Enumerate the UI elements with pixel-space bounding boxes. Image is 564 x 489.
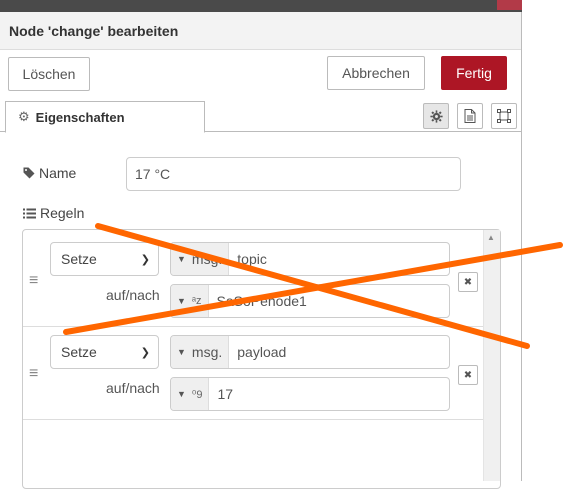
- scroll-up-arrow-icon[interactable]: ▲: [487, 233, 495, 242]
- description-icon: [464, 109, 476, 123]
- tag-icon: [23, 167, 35, 179]
- chevron-down-icon: ❯: [140, 346, 150, 359]
- rule-target-input[interactable]: ▼ msg. payload: [170, 335, 450, 369]
- rule-target-input[interactable]: ▼ msg. topic: [170, 242, 450, 276]
- tray-title: Node 'change' bearbeiten: [9, 23, 179, 39]
- name-label: Name: [23, 165, 76, 181]
- type-prefix: msg.: [191, 344, 223, 360]
- drag-handle-icon[interactable]: ≡: [29, 365, 38, 383]
- type-selector-button[interactable]: ▼ msg.: [171, 243, 230, 275]
- rule-action-select[interactable]: Setze ❯: [50, 335, 159, 369]
- drag-handle-icon[interactable]: ≡: [29, 272, 38, 290]
- remove-rule-button[interactable]: ✖: [458, 272, 478, 292]
- delete-button[interactable]: Löschen: [8, 57, 90, 91]
- appearance-tab-button[interactable]: [491, 103, 517, 129]
- rule-value-input[interactable]: ▼ ᵃz SaSoPenode1: [170, 284, 450, 318]
- caret-down-icon: ▼: [177, 347, 186, 357]
- remove-rule-button[interactable]: ✖: [458, 365, 478, 385]
- gear-icon: [429, 109, 443, 123]
- tab-properties[interactable]: ⚙ Eigenschaften: [5, 101, 205, 133]
- string-type-icon: ᵃz: [191, 295, 202, 307]
- rule-action-value: Setze: [61, 251, 97, 267]
- to-label: auf/nach: [106, 287, 160, 303]
- chevron-down-icon: ❯: [140, 253, 150, 266]
- rules-scrollbar[interactable]: [483, 230, 500, 481]
- list-icon: [23, 208, 36, 218]
- number-type-icon: ⁰9: [191, 388, 203, 401]
- editor-topbar: [0, 0, 522, 12]
- rule-action-select[interactable]: Setze ❯: [50, 242, 159, 276]
- rule-separator: [23, 326, 483, 327]
- done-button[interactable]: Fertig: [441, 56, 507, 90]
- topbar-accent: [497, 0, 522, 10]
- remove-icon: ✖: [463, 276, 473, 288]
- rule-value-text: SaSoPenode1: [216, 293, 307, 309]
- settings-tab-button[interactable]: [423, 103, 449, 129]
- rule-action-value: Setze: [61, 344, 97, 360]
- appearance-icon: [497, 109, 511, 123]
- type-selector-button[interactable]: ▼ ⁰9: [171, 378, 210, 410]
- rule-separator: [23, 419, 483, 420]
- cancel-button[interactable]: Abbrechen: [327, 56, 425, 90]
- caret-down-icon: ▼: [177, 254, 186, 264]
- name-label-text: Name: [39, 165, 77, 181]
- type-selector-button[interactable]: ▼ msg.: [171, 336, 230, 368]
- description-tab-button[interactable]: [457, 103, 483, 129]
- tab-properties-label: Eigenschaften: [35, 109, 125, 125]
- name-input[interactable]: 17 °C: [126, 157, 461, 191]
- rule-value-text: 17: [217, 386, 234, 402]
- type-selector-button[interactable]: ▼ ᵃz: [171, 285, 209, 317]
- tray-header: Node 'change' bearbeiten: [0, 12, 521, 50]
- rule-value-input[interactable]: ▼ ⁰9 17: [170, 377, 450, 411]
- gear-icon: ⚙: [18, 109, 30, 124]
- caret-down-icon: ▼: [177, 296, 186, 306]
- rules-label: Regeln: [23, 205, 84, 221]
- rule-target-value: payload: [237, 344, 287, 360]
- type-prefix: msg.: [191, 251, 223, 267]
- rule-target-value: topic: [237, 251, 267, 267]
- rules-label-text: Regeln: [40, 205, 85, 221]
- caret-down-icon: ▼: [177, 389, 186, 399]
- to-label: auf/nach: [106, 380, 160, 396]
- remove-icon: ✖: [463, 369, 473, 381]
